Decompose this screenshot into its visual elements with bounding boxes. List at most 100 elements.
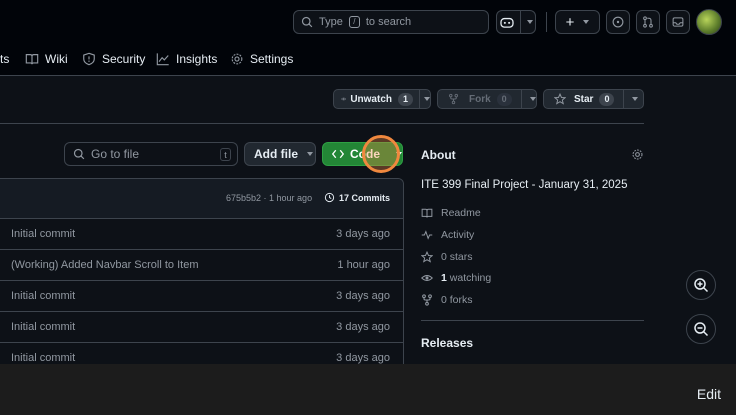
chevron-down-icon [529,97,536,101]
copilot-button[interactable] [496,10,536,34]
tab-insights[interactable]: Insights [156,52,217,66]
fork-count: 0 [496,92,512,106]
fork-icon [422,294,432,306]
latest-commit-header: 675b5b2 · 1 hour ago 17 Commits [0,179,403,219]
bottom-bar: Edit [0,364,736,415]
stars-label: 0 stars [441,251,473,263]
shield-icon [83,52,95,66]
add-file-button[interactable]: Add file [244,142,316,166]
go-to-file-shortcut-key: t [220,148,231,161]
search-icon [301,16,313,28]
star-icon [421,251,433,263]
commit-age: 3 days ago [336,321,390,333]
tab-label: Settings [250,52,294,66]
table-row: Initial commit 3 days ago [0,281,403,312]
tab-label: Security [102,52,146,66]
pull-request-icon [643,16,653,28]
chevron-down-icon [526,20,533,24]
inbox-icon [672,17,684,27]
issue-icon [612,16,624,28]
zoom-out-button[interactable] [686,314,716,344]
table-row: Initial commit 3 days ago [0,312,403,343]
activity-link[interactable]: Activity [421,229,474,241]
issues-button[interactable] [606,10,630,34]
zoom-in-icon [694,278,709,293]
commit-hash[interactable]: 675b5b2 · 1 hour ago [226,193,312,203]
sidebar-divider [421,320,644,321]
star-count: 0 [599,92,615,106]
repo-nav: ts Wiki Security Insights Settings [0,44,736,76]
commit-message[interactable]: Initial commit [11,290,75,302]
fork-label: Fork [469,93,491,105]
user-avatar[interactable] [696,9,722,35]
copilot-icon [499,17,514,28]
book-icon [421,208,433,218]
star-label: Star [574,93,594,105]
go-to-file-placeholder: Go to file [91,147,140,161]
activity-label: Activity [441,229,475,241]
history-icon [324,192,335,203]
graph-icon [156,53,169,66]
edit-button[interactable]: Edit [697,386,721,402]
commit-message[interactable]: Initial commit [11,321,75,333]
book-icon [25,54,39,65]
table-row: (Working) Added Navbar Scroll to Item 1 … [0,250,403,281]
tab-security[interactable]: Security [82,52,145,66]
gear-icon [231,53,243,65]
commit-message[interactable]: Initial commit [11,228,75,240]
readme-link[interactable]: Readme [421,207,481,219]
search-suffix: to search [365,16,412,28]
readme-label: Readme [441,207,481,219]
star-button[interactable]: Star 0 [543,89,644,109]
watching-link[interactable]: 1 watching [421,272,491,284]
chevron-down-icon [632,97,639,101]
go-to-file-input[interactable]: Go to file t [64,142,238,166]
tab-label: ts [0,52,10,66]
gear-icon[interactable] [631,148,644,161]
star-icon [554,93,566,105]
chevron-down-icon [307,152,313,156]
watch-label: Unwatch [350,93,392,105]
tab-settings[interactable]: Settings [230,52,293,66]
code-icon [332,149,344,159]
commit-age: 3 days ago [336,290,390,302]
forks-link[interactable]: 0 forks [421,294,473,306]
forks-label: 0 forks [441,294,473,306]
top-header: Type / to search + [0,0,736,44]
plus-icon: + [565,13,575,31]
search-icon [73,148,85,160]
zoom-in-button[interactable] [686,270,716,300]
about-heading: About [421,148,456,162]
chevron-down-icon [424,97,430,101]
stars-link[interactable]: 0 stars [421,251,473,263]
watching-count: 1 [441,272,447,284]
create-new-button[interactable]: + [555,10,600,34]
search-input[interactable]: Type / to search [293,10,489,34]
zoom-out-icon [694,322,709,337]
fork-icon [449,93,458,105]
watch-button[interactable]: Unwatch 1 [333,89,431,109]
fork-button[interactable]: Fork 0 [437,89,537,109]
add-file-label: Add file [254,147,298,161]
table-row: Initial commit 3 days ago [0,219,403,250]
inbox-button[interactable] [666,10,690,34]
watching-label: watching [449,272,492,284]
commit-age: 1 hour ago [337,259,390,271]
commit-message[interactable]: Initial commit [11,352,75,364]
tab-wiki[interactable]: Wiki [25,52,68,66]
tab-label: Wiki [45,52,68,66]
file-list: 675b5b2 · 1 hour ago 17 Commits Initial … [0,178,404,368]
commit-age: 3 days ago [336,228,390,240]
header-divider [546,12,547,32]
pulse-icon [421,230,433,240]
pull-requests-button[interactable] [636,10,660,34]
click-highlight-marker [362,135,400,173]
tab-projects[interactable]: ts [0,52,9,66]
commits-link[interactable]: 17 Commits [324,192,390,203]
commit-message[interactable]: (Working) Added Navbar Scroll to Item [11,259,198,271]
releases-heading[interactable]: Releases [421,336,473,350]
search-shortcut-key: / [348,16,360,28]
eye-icon [421,275,433,281]
commit-age: 3 days ago [336,352,390,364]
search-prefix: Type [319,16,343,28]
